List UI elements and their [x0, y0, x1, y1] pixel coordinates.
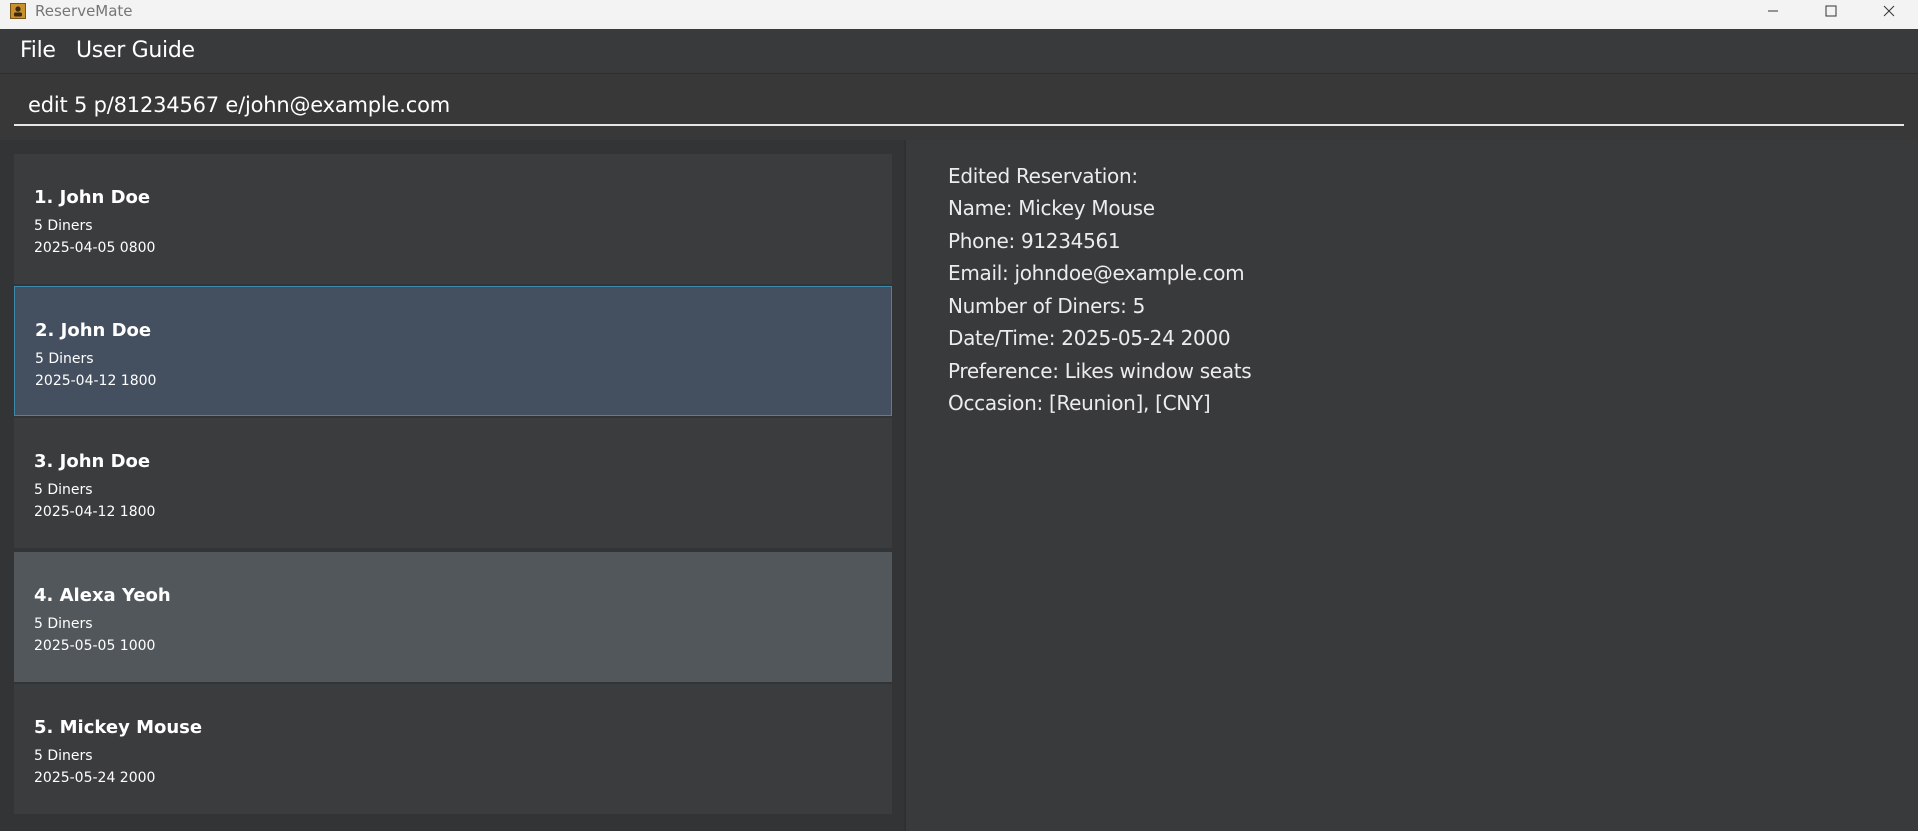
reservation-diners: 5 Diners [34, 482, 93, 498]
reservation-card[interactable]: 3. John Doe 5 Diners 2025-04-12 1800 [14, 418, 892, 548]
reservation-datetime: 2025-04-12 1800 [34, 504, 156, 520]
reservation-title: 5. Mickey Mouse [34, 717, 203, 738]
reservation-list[interactable]: 1. John Doe 5 Diners 2025-04-05 0800 2. … [0, 140, 904, 831]
close-icon[interactable] [1860, 0, 1918, 22]
reservation-title: 3. John Doe [34, 451, 151, 472]
menu-file[interactable]: File [20, 38, 56, 64]
reservation-diners: 5 Diners [34, 748, 93, 764]
command-box [0, 74, 1918, 140]
reservation-diners: 5 Diners [34, 218, 93, 234]
reservation-datetime: 2025-05-24 2000 [34, 770, 156, 786]
command-input[interactable] [14, 86, 1904, 126]
reservation-title: 2. John Doe [35, 320, 152, 341]
result-line: Email: johndoe@example.com [948, 261, 1245, 285]
result-line: Edited Reservation: [948, 164, 1138, 188]
menu-bar: File User Guide [0, 29, 1918, 74]
reservation-diners: 5 Diners [35, 351, 94, 367]
result-display: Edited Reservation: Name: Mickey Mouse P… [906, 140, 1918, 831]
reservation-datetime: 2025-05-05 1000 [34, 638, 156, 654]
reservation-title: 1. John Doe [34, 187, 151, 208]
menu-user-guide[interactable]: User Guide [76, 38, 195, 64]
reservation-title: 4. Alexa Yeoh [34, 585, 171, 606]
result-line: Number of Diners: 5 [948, 294, 1146, 318]
result-line: Phone: 91234561 [948, 229, 1121, 253]
minimize-icon[interactable] [1744, 0, 1802, 22]
reservation-datetime: 2025-04-05 0800 [34, 240, 156, 256]
result-line: Name: Mickey Mouse [948, 196, 1155, 220]
maximize-icon[interactable] [1802, 0, 1860, 22]
reservation-card[interactable]: 5. Mickey Mouse 5 Diners 2025-05-24 2000 [14, 684, 892, 814]
window-title: ReserveMate [35, 2, 133, 20]
reservation-card-hovered[interactable]: 4. Alexa Yeoh 5 Diners 2025-05-05 1000 [14, 552, 892, 682]
result-line: Preference: Likes window seats [948, 359, 1252, 383]
reservation-card-selected[interactable]: 2. John Doe 5 Diners 2025-04-12 1800 [14, 286, 892, 416]
app-icon [10, 3, 26, 19]
reservation-datetime: 2025-04-12 1800 [35, 373, 157, 389]
result-line: Date/Time: 2025-05-24 2000 [948, 326, 1231, 350]
result-line: Occasion: [Reunion], [CNY] [948, 391, 1211, 415]
title-bar: ReserveMate [0, 0, 1918, 29]
reservation-card[interactable]: 1. John Doe 5 Diners 2025-04-05 0800 [14, 154, 892, 284]
reservation-diners: 5 Diners [34, 616, 93, 632]
